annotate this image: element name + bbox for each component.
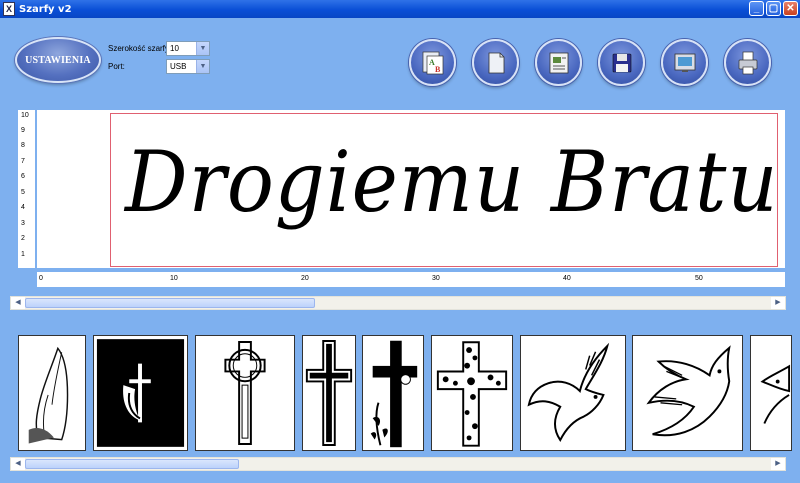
cross-with-flower-icon xyxy=(370,340,418,448)
ruler-tick: 5 xyxy=(21,189,25,196)
port-label: Port: xyxy=(108,62,125,71)
sash-width-label: Szerokość szarfy: xyxy=(108,44,172,53)
font-button[interactable]: A B xyxy=(409,39,456,86)
port-select[interactable]: USB ▼ xyxy=(166,59,210,74)
gallery-item-praying-hands[interactable] xyxy=(18,335,86,451)
horizontal-ruler: 0 10 20 30 40 50 xyxy=(37,272,785,287)
celtic-cross-icon xyxy=(224,341,266,445)
save-button[interactable] xyxy=(598,39,645,86)
ruler-tick: 30 xyxy=(432,275,440,282)
ruler-tick: 9 xyxy=(21,127,25,134)
new-document-icon xyxy=(488,52,504,73)
sash-text[interactable]: Drogiemu Bratu xyxy=(125,122,779,242)
scroll-right-icon[interactable]: ▶ xyxy=(771,458,785,470)
open-document-button[interactable] xyxy=(535,39,582,86)
canvas-scrollbar[interactable]: ◀ ▶ xyxy=(10,296,786,310)
dove-with-branch-icon xyxy=(646,345,731,437)
chevron-down-icon[interactable]: ▼ xyxy=(196,42,209,55)
gallery-item-celtic-cross[interactable] xyxy=(195,335,295,451)
scroll-right-icon[interactable]: ▶ xyxy=(771,297,785,309)
ruler-tick: 10 xyxy=(21,112,29,119)
sash-canvas[interactable]: Drogiemu Bratu xyxy=(37,110,785,268)
gallery-item-outlined-cross[interactable] xyxy=(302,335,356,451)
gallery-item-dove-with-branch[interactable] xyxy=(632,335,743,451)
dove-icon xyxy=(527,342,610,443)
minimize-button[interactable]: _ xyxy=(749,1,764,16)
gallery-item-dove[interactable] xyxy=(520,335,626,451)
ruler-tick: 1 xyxy=(21,251,25,258)
sash-width-value: 10 xyxy=(170,44,179,53)
ruler-tick: 3 xyxy=(21,220,25,227)
gallery-scrollbar[interactable]: ◀ ▶ xyxy=(10,457,786,471)
floral-cross-icon xyxy=(436,341,508,447)
save-floppy-icon xyxy=(612,53,631,72)
dove-partial-icon xyxy=(760,364,791,424)
outlined-cross-icon xyxy=(305,340,353,446)
print-button[interactable] xyxy=(724,39,771,86)
ruler-tick: 8 xyxy=(21,142,25,149)
canvas-scroll-thumb[interactable] xyxy=(25,298,315,308)
settings-button[interactable]: USTAWIENIA xyxy=(15,37,101,83)
ruler-tick: 6 xyxy=(21,173,25,180)
scroll-left-icon[interactable]: ◀ xyxy=(11,458,25,470)
scroll-left-icon[interactable]: ◀ xyxy=(11,297,25,309)
preview-icon xyxy=(674,53,695,72)
ruler-tick: 40 xyxy=(563,275,571,282)
app-icon: X xyxy=(3,2,15,16)
close-button[interactable]: ✕ xyxy=(783,1,798,16)
ruler-tick: 7 xyxy=(21,158,25,165)
title-bar: X Szarfy v2 _ ▢ ✕ xyxy=(0,0,800,18)
chalice-cross-icon xyxy=(96,339,185,447)
preview-button[interactable] xyxy=(661,39,708,86)
gallery-item-chalice-cross[interactable] xyxy=(93,335,188,451)
gallery-scroll-thumb[interactable] xyxy=(25,459,239,469)
ruler-tick: 0 xyxy=(39,275,43,282)
gallery-item-cross-with-flower[interactable] xyxy=(362,335,424,451)
maximize-button[interactable]: ▢ xyxy=(766,1,781,16)
print-area: Drogiemu Bratu xyxy=(110,113,778,267)
sash-width-select[interactable]: 10 ▼ xyxy=(166,41,210,56)
print-icon xyxy=(738,51,757,74)
gallery-item-dove-partial[interactable] xyxy=(750,335,792,451)
svg-text:B: B xyxy=(435,65,441,74)
ruler-tick: 50 xyxy=(695,275,703,282)
ruler-tick: 4 xyxy=(21,204,25,211)
font-icon: A B xyxy=(422,51,443,74)
window-title: Szarfy v2 xyxy=(19,3,72,15)
new-document-button[interactable] xyxy=(472,39,519,86)
open-document-icon xyxy=(549,52,568,73)
ruler-tick: 20 xyxy=(301,275,309,282)
praying-hands-icon xyxy=(28,346,69,444)
ruler-tick: 2 xyxy=(21,235,25,242)
vertical-ruler: 10 9 8 7 6 5 4 3 2 1 xyxy=(18,110,35,268)
ruler-tick: 10 xyxy=(170,275,178,282)
gallery-item-floral-cross[interactable] xyxy=(431,335,513,451)
chevron-down-icon[interactable]: ▼ xyxy=(196,60,209,73)
port-value: USB xyxy=(170,62,187,71)
